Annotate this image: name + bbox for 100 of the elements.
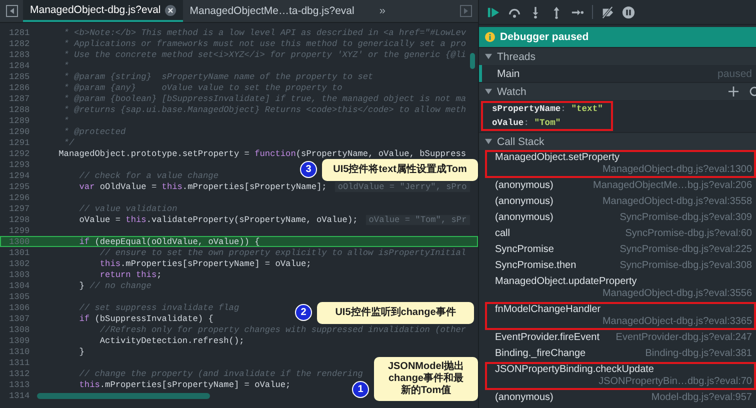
line-number: 1290: [8, 126, 31, 136]
line-number: 1309: [8, 336, 31, 346]
code-comment: // value validation: [78, 204, 178, 214]
code-comment: // set suppress invalidate flag: [78, 302, 240, 312]
pause-icon[interactable]: [622, 6, 635, 18]
close-icon[interactable]: [164, 4, 176, 16]
line-number: 1311: [8, 358, 31, 368]
frame-location: ManagedObject-dbg.js?eval:1300: [602, 164, 752, 176]
line-number: 1301: [8, 248, 31, 258]
code-comment: * Use the concrete method set<i>XYZ</i> for property 'XYZ' or the generic {@li: [62, 50, 466, 60]
line-number: 1286: [8, 82, 31, 92]
line-number: 1292: [8, 148, 31, 158]
step-number-badge: 2: [295, 304, 312, 321]
file-tab[interactable]: ManagedObject-dbg.js?eval: [23, 0, 183, 22]
frame-name: fnModelChangeHandler: [495, 304, 601, 316]
watch-name: oValue: [492, 118, 524, 128]
frame-location: Binding-dbg.js?eval:381: [645, 348, 752, 360]
section-title: Call Stack: [497, 136, 544, 148]
frame-location: ManagedObjectMe…bg.js?eval:206: [593, 180, 752, 192]
code-line: ActivityDetection.refresh();: [98, 336, 244, 346]
line-number: 1282: [8, 38, 31, 48]
add-icon[interactable]: [728, 86, 739, 97]
code-comment: *: [62, 116, 69, 126]
stack-frame[interactable]: (anonymous) ManagedObject-dbg.js?eval:3558: [479, 194, 756, 210]
stack-frame[interactable]: (anonymous) Model-dbg.js?eval:957: [479, 390, 756, 406]
scrollbar-thumb[interactable]: [37, 393, 210, 399]
stack-frame[interactable]: (anonymous) SyncPromise-dbg.js?eval:309: [479, 210, 756, 226]
code-line: if (deepEqual(oOldValue, oValue)) {: [78, 236, 260, 246]
line-number: 1300: [8, 236, 31, 246]
section-title: Threads: [497, 50, 536, 62]
frame-name: ManagedObject.updateProperty: [495, 276, 637, 288]
resume-icon[interactable]: [487, 6, 500, 18]
stack-frame[interactable]: Binding._fireChange Binding-dbg.js?eval:381: [479, 346, 756, 362]
watch-separator: :: [524, 118, 529, 128]
stack-frame[interactable]: (anonymous) ManagedObjectMe…bg.js?eval:206: [479, 178, 756, 194]
frame-name: (anonymous): [495, 196, 554, 208]
more-tabs-button[interactable]: »: [373, 4, 392, 18]
code-comment: * @param {any} oValue value to set the property to: [62, 82, 342, 92]
expand-triangle-icon[interactable]: [485, 88, 492, 95]
frame-location: EventProvider-dbg.js?eval:247: [616, 332, 752, 344]
stack-frame[interactable]: fnModelChangeHandler ManagedObject-dbg.js?eval:3365: [485, 302, 756, 330]
section-header[interactable]: Call Stack: [479, 132, 756, 150]
frame-name: Binding._fireChange: [495, 348, 586, 360]
code-comment: * @param {boolean} [bSuppressInvalidate] if true, the managed object is not ma: [62, 94, 466, 104]
line-number: 1294: [8, 170, 31, 180]
code-comment: //Refresh only for property changes with suppressed invalidation (other: [98, 324, 466, 334]
stack-frame[interactable]: ManagedObject.updateProperty ManagedObject-dbg.js?eval:3556: [479, 274, 756, 302]
frame-name: (anonymous): [495, 180, 554, 192]
section-header[interactable]: Threads: [479, 47, 756, 65]
section-header[interactable]: Watch: [479, 82, 756, 100]
stack-frame[interactable]: call SyncPromise-dbg.js?eval:60: [479, 226, 756, 242]
code-comment: *: [62, 60, 69, 70]
line-number: 1310: [8, 346, 31, 356]
code-comment: * Applications or frameworks must not use this method to generically set a pro: [62, 38, 466, 48]
frame-location: Model-dbg.js?eval:957: [651, 392, 752, 404]
code-comment: // change the property (and invalidate if the rendering: [78, 368, 363, 378]
scrollbar-thumb[interactable]: [470, 53, 475, 69]
frame-location: SyncPromise-dbg.js?eval:225: [620, 244, 752, 256]
stack-frame[interactable]: ManagedObject.setProperty ManagedObject-dbg.js?eval:1300: [485, 150, 756, 178]
line-number: 1312: [8, 368, 31, 378]
line-number: 1299: [8, 226, 31, 236]
frame-location: JSONPropertyBin…dbg.js?eval:70: [598, 376, 752, 388]
code-line: ManagedObject.prototype.setProperty = function(sPropertyName, oValue, bSuppress: [58, 148, 466, 158]
frame-name: JSONPropertyBinding.checkUpdate: [495, 364, 654, 376]
code-line: if (bSuppressInvalidate) {: [78, 314, 214, 324]
line-number: 1296: [8, 192, 31, 202]
frame-name: call: [495, 228, 510, 240]
line-number: 1307: [8, 314, 31, 324]
callout-note: UI5控件将text属性设置成Tom: [322, 159, 478, 181]
code-comment: * @returns {sap.ui.base.ManagedObject} Returns <code>this</code> to allow meth: [62, 104, 466, 114]
watch-separator: :: [560, 104, 566, 114]
step-number-badge: 1: [352, 381, 369, 398]
deactivate-breakpoints-icon[interactable]: [601, 6, 614, 18]
thread-status: paused: [718, 68, 752, 80]
stack-frame[interactable]: JSONPropertyBinding.checkUpdate JSONPropertyBin…dbg.js?eval:70: [485, 362, 756, 390]
stack-frame[interactable]: SyncPromise.then SyncPromise-dbg.js?eval:308: [479, 258, 756, 274]
line-number: 1302: [8, 258, 31, 268]
line-number: 1295: [8, 182, 31, 192]
line-number: 1305: [8, 292, 31, 302]
expand-triangle-icon[interactable]: [485, 53, 492, 60]
line-number: 1298: [8, 214, 31, 224]
expand-triangle-icon[interactable]: [485, 138, 492, 145]
stack-frame[interactable]: SyncPromise SyncPromise-dbg.js?eval:225: [479, 242, 756, 258]
code-line: }: [78, 346, 84, 356]
line-number: 1313: [8, 380, 31, 390]
sidebar-toggle-icon[interactable]: [6, 5, 18, 17]
frame-location: SyncPromise-dbg.js?eval:308: [620, 260, 752, 272]
frame-name: (anonymous): [495, 212, 554, 224]
stack-frame[interactable]: EventProvider.fireEvent EventProvider-dbg.js?eval:247: [479, 330, 756, 346]
watch-value: "text": [571, 104, 603, 114]
frame-location: SyncPromise-dbg.js?eval:309: [620, 212, 752, 224]
line-number: 1293: [8, 160, 31, 170]
sidebar-toggle-icon[interactable]: [460, 5, 472, 17]
file-tab[interactable]: ManagedObjectMe…ta-dbg.js?eval: [182, 0, 362, 22]
code-line: this.mProperties[sPropertyName] = oValue;: [98, 258, 312, 268]
code-comment: * @param {string} sPropertyName name of the property to set: [62, 72, 374, 82]
frame-location: ManagedObject-dbg.js?eval:3556: [602, 288, 752, 300]
code-comment: // check for a value change: [78, 170, 218, 180]
line-number: 1306: [8, 302, 31, 312]
frame-name: (anonymous): [495, 392, 554, 404]
